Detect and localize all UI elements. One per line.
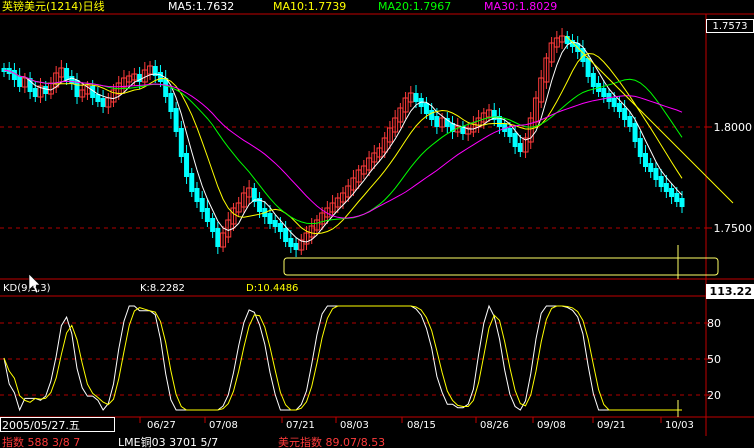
candle-body-down bbox=[272, 220, 278, 227]
ma5-readout: MA5:1.7632 bbox=[168, 0, 235, 13]
candle-body-down bbox=[69, 76, 75, 84]
candle-body-down bbox=[663, 183, 669, 192]
ticker-item[interactable]: 美元指数 89.07/8.53 bbox=[278, 436, 385, 448]
candle-body-down bbox=[168, 93, 174, 112]
candle-body-down bbox=[215, 228, 221, 247]
candle-body-down bbox=[507, 128, 513, 137]
candle-body-down bbox=[642, 153, 648, 167]
candle-body-down bbox=[277, 223, 283, 232]
date-tick: 10/03 bbox=[665, 420, 694, 431]
quote-ticker-bar: 指数 588 3/8 7 LME铜03 3701 5/7 美元指数 89.07/… bbox=[0, 436, 754, 448]
instrument-title: 英镑美元(1214)日线 bbox=[2, 0, 105, 13]
candle-body-down bbox=[627, 116, 633, 127]
candle-body-down bbox=[157, 72, 163, 82]
d-value: D:10.4486 bbox=[246, 283, 299, 294]
date-tick: 08/26 bbox=[480, 420, 509, 431]
chart-frame bbox=[0, 13, 754, 436]
candle-body-down bbox=[637, 138, 643, 157]
price-level-2: 1.7500 bbox=[713, 222, 753, 235]
ticker-item[interactable]: LME铜03 3701 5/7 bbox=[118, 436, 218, 448]
cursor-date-box: 2005/05/27.五 bbox=[0, 417, 115, 432]
candle-body-down bbox=[204, 208, 210, 222]
candle-body-down bbox=[199, 198, 205, 212]
trend-line bbox=[565, 35, 734, 204]
candle-body-down bbox=[669, 188, 675, 197]
ma20-readout: MA20:1.7967 bbox=[378, 0, 452, 13]
candle-body-down bbox=[64, 68, 70, 80]
candle-body-down bbox=[189, 173, 195, 192]
date-tick: 06/27 bbox=[147, 420, 176, 431]
current-price-box: 1.7573 bbox=[706, 19, 754, 33]
candle-body-down bbox=[679, 198, 685, 207]
date-tick: 08/15 bbox=[407, 420, 436, 431]
candle-body-down bbox=[611, 98, 617, 107]
date-tick: 09/08 bbox=[537, 420, 566, 431]
candle-body-down bbox=[100, 98, 106, 107]
candle-body-down bbox=[653, 168, 659, 180]
candle-body-down bbox=[674, 193, 680, 202]
kd-level-20: 20 bbox=[707, 389, 721, 402]
candle-body-down bbox=[590, 73, 596, 87]
candle-body-down bbox=[283, 228, 289, 242]
candle-body-down bbox=[173, 108, 179, 132]
candle-body-down bbox=[184, 153, 190, 177]
candle-body-down bbox=[429, 110, 435, 120]
candle-body-down bbox=[267, 213, 273, 224]
candle-body-down bbox=[632, 123, 638, 142]
ma5-line bbox=[3, 41, 683, 243]
candle-body-down bbox=[43, 86, 49, 94]
date-tick: 07/21 bbox=[286, 420, 315, 431]
candle-body-down bbox=[194, 188, 200, 202]
candle-body-down bbox=[178, 128, 184, 157]
ma10-readout: MA10:1.7739 bbox=[273, 0, 347, 13]
candle-body-down bbox=[11, 70, 17, 80]
k-value: K:8.2282 bbox=[140, 283, 185, 294]
candle-body-down bbox=[423, 103, 429, 114]
candle-body-down bbox=[210, 218, 216, 232]
kd-indicator-lines bbox=[3, 304, 682, 412]
candle-body-down bbox=[648, 163, 654, 172]
chart-header: 英镑美元(1214)日线 MA5:1.7632 MA10:1.7739 MA20… bbox=[0, 0, 706, 14]
date-tick: 07/08 bbox=[209, 420, 238, 431]
kd-level-80: 80 bbox=[707, 317, 721, 330]
ma30-readout: MA30:1.8029 bbox=[484, 0, 558, 13]
candle-body-down bbox=[413, 93, 419, 102]
candle-body-down bbox=[601, 88, 607, 97]
candle-body-down bbox=[288, 238, 294, 247]
kd-value-box: 113.22 bbox=[706, 284, 754, 299]
kd-indicator-label[interactable]: KD(9,3,3) bbox=[3, 283, 51, 294]
candle-body-down bbox=[658, 176, 664, 187]
candle-body-down bbox=[434, 116, 440, 127]
candle-body-down bbox=[585, 58, 591, 77]
candlestick-series bbox=[1, 28, 685, 257]
candle-body-down bbox=[17, 76, 23, 87]
ticker-item[interactable]: 指数 588 3/8 7 bbox=[2, 436, 80, 448]
date-tick: 08/03 bbox=[340, 420, 369, 431]
moving-average-lines bbox=[3, 41, 683, 243]
selection-box bbox=[283, 257, 719, 276]
d-line bbox=[3, 305, 682, 411]
price-level-1: 1.8000 bbox=[713, 121, 753, 134]
date-tick: 09/21 bbox=[597, 420, 626, 431]
kd-level-50: 50 bbox=[707, 353, 721, 366]
candle-body-down bbox=[444, 118, 450, 127]
candle-body-down bbox=[293, 243, 299, 250]
k-line bbox=[3, 304, 682, 412]
candle-body-down bbox=[517, 143, 523, 152]
chart-canvas bbox=[0, 13, 754, 436]
candle-body-down bbox=[616, 103, 622, 112]
candle-body-down bbox=[512, 133, 518, 147]
candle-body-down bbox=[32, 88, 38, 97]
candle-body-down bbox=[622, 108, 628, 120]
